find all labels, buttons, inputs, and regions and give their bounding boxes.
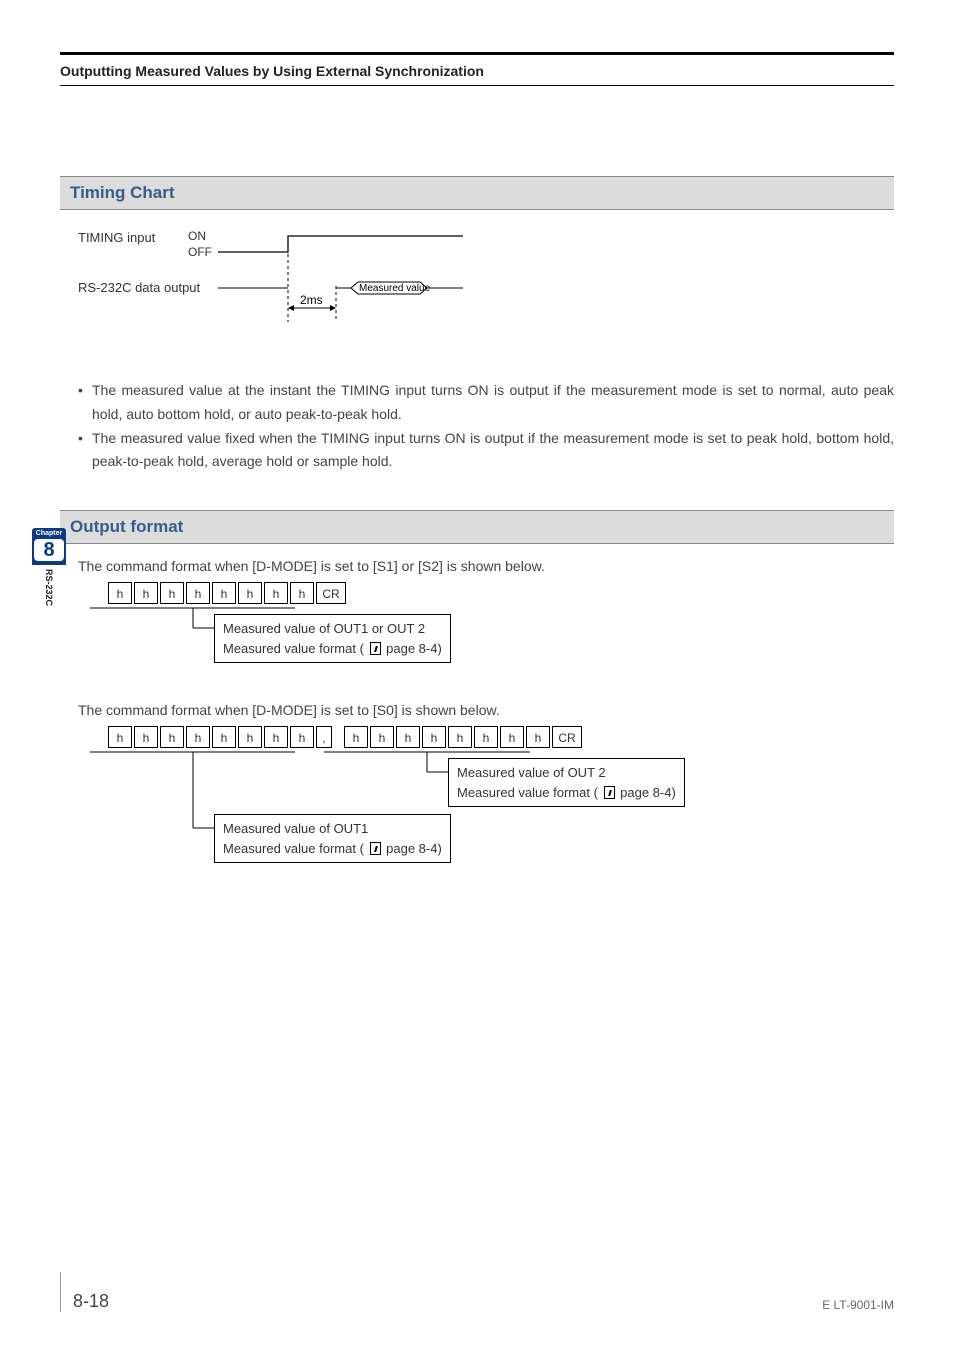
byte-cr: CR — [316, 582, 346, 604]
callout-line2: Measured value format ( page 8-4) — [223, 839, 442, 859]
timing-chart: TIMING input ON OFF RS-232C data output … — [60, 224, 894, 339]
footer-left: 8-18 — [60, 1272, 109, 1312]
byte-h: h — [290, 726, 314, 748]
callout-s0-out1: Measured value of OUT1 Measured value fo… — [214, 814, 451, 863]
byte-h: h — [108, 582, 132, 604]
byte-h: h — [448, 726, 472, 748]
dim-arrow-right — [330, 305, 336, 311]
byte-h: h — [134, 726, 158, 748]
page-ref-icon — [370, 842, 381, 855]
header-rule-thick — [60, 52, 894, 55]
dim-arrow-left — [288, 305, 294, 311]
byte-h: h — [290, 582, 314, 604]
byte-comma: , — [316, 726, 332, 748]
output-format-para-1: The command format when [D-MODE] is set … — [60, 558, 894, 574]
callout-s1s2: Measured value of OUT1 or OUT 2 Measured… — [214, 614, 451, 663]
byte-h: h — [160, 726, 184, 748]
format-diagram-s0: h h h h h h h h , h h h h h h h h CR Mea… — [60, 726, 894, 886]
callout-line2: Measured value format ( page 8-4) — [457, 783, 676, 803]
byte-h: h — [212, 582, 236, 604]
byte-h: h — [186, 582, 210, 604]
bullet-1: The measured value at the instant the TI… — [78, 379, 894, 427]
byte-row-2: h h h h h h h h , h h h h h h h h CR — [78, 726, 894, 748]
page-number: 8-18 — [73, 1291, 109, 1312]
dim-text: 2ms — [300, 293, 323, 307]
byte-h: h — [186, 726, 210, 748]
rs232c-label: RS-232C data output — [78, 280, 201, 295]
byte-h: h — [500, 726, 524, 748]
callout-line1: Measured value of OUT1 or OUT 2 — [223, 619, 442, 639]
chapter-sublabel: RS-232C — [44, 569, 54, 606]
callout-line1: Measured value of OUT1 — [223, 819, 442, 839]
page-running-header: Outputting Measured Values by Using Exte… — [60, 63, 894, 85]
byte-h: h — [264, 726, 288, 748]
section-header-output: Output format — [60, 510, 894, 544]
byte-row-1: h h h h h h h h CR — [78, 582, 894, 604]
timing-on-label: ON — [188, 229, 206, 243]
page-ref-icon — [370, 642, 381, 655]
byte-h: h — [212, 726, 236, 748]
byte-h: h — [238, 726, 262, 748]
byte-h: h — [264, 582, 288, 604]
byte-h: h — [134, 582, 158, 604]
timing-bullets: The measured value at the instant the TI… — [60, 379, 894, 474]
byte-h: h — [396, 726, 420, 748]
format-diagram-s1s2: h h h h h h h h CR Measured value of OUT… — [60, 582, 894, 692]
byte-h: h — [526, 726, 550, 748]
byte-h: h — [344, 726, 368, 748]
chapter-box: Chapter 8 — [32, 528, 66, 565]
timing-off-label: OFF — [188, 245, 212, 259]
page-footer: 8-18 E LT-9001-IM — [60, 1272, 894, 1312]
chapter-label: Chapter — [32, 530, 66, 537]
byte-h: h — [108, 726, 132, 748]
callout-line2: Measured value format ( page 8-4) — [223, 639, 442, 659]
byte-cr: CR — [552, 726, 582, 748]
section-header-timing: Timing Chart — [60, 176, 894, 210]
byte-h: h — [422, 726, 446, 748]
callout-s0-out2: Measured value of OUT 2 Measured value f… — [448, 758, 685, 807]
timing-chart-svg: TIMING input ON OFF RS-232C data output … — [78, 224, 498, 334]
header-rule-thin — [60, 85, 894, 86]
byte-h: h — [238, 582, 262, 604]
chapter-number: 8 — [34, 539, 64, 561]
bullet-2: The measured value fixed when the TIMING… — [78, 427, 894, 475]
document-id: E LT-9001-IM — [822, 1298, 894, 1312]
byte-h: h — [474, 726, 498, 748]
byte-h: h — [370, 726, 394, 748]
timing-waveform — [218, 236, 463, 252]
callout-line1: Measured value of OUT 2 — [457, 763, 676, 783]
output-format-para-2: The command format when [D-MODE] is set … — [60, 702, 894, 718]
timing-input-label: TIMING input — [78, 230, 156, 245]
page-ref-icon — [604, 786, 615, 799]
footer-divider — [60, 1272, 61, 1312]
byte-h: h — [160, 582, 184, 604]
measured-value-text: Measured value — [359, 283, 431, 294]
